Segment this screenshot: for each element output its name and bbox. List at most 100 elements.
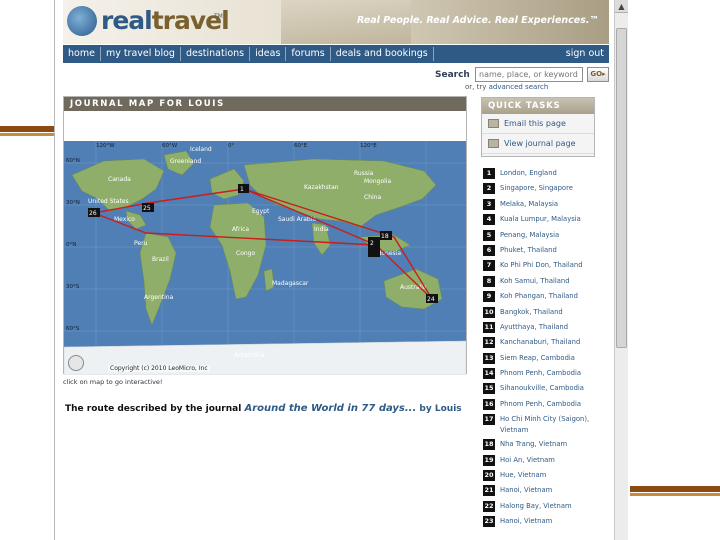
place-label: India bbox=[314, 226, 329, 233]
latitude-label: 60°S bbox=[66, 326, 80, 332]
globe-icon bbox=[67, 6, 97, 36]
journal-stop-list: 1 London, England 2 Singapore, Singapore 3… bbox=[483, 168, 613, 532]
search-input[interactable] bbox=[475, 67, 583, 82]
advanced-search-link[interactable]: advanced search bbox=[489, 83, 549, 91]
advanced-search-hint: or, try advanced search bbox=[465, 83, 549, 91]
map-title: JOURNAL MAP FOR LOUIS bbox=[64, 97, 466, 111]
main-nav: home my travel blog destinations ideas f… bbox=[63, 45, 609, 63]
stop-label: London, England bbox=[500, 169, 557, 177]
logo-wordmark: realtravel bbox=[101, 6, 230, 35]
stop-number: 23 bbox=[483, 516, 495, 528]
stop-label: Phuket, Thailand bbox=[500, 245, 557, 254]
stop-number: 21 bbox=[483, 485, 495, 497]
stop-number: 9 bbox=[483, 291, 495, 303]
stop-number: 19 bbox=[483, 454, 495, 466]
list-item[interactable]: 11 Ayutthaya, Thailand bbox=[483, 321, 613, 337]
site-header: realtravel TM Real People. Real Advice. … bbox=[63, 0, 609, 44]
place-label: Congo bbox=[236, 250, 255, 257]
list-item[interactable]: 14 Phnom Penh, Cambodia bbox=[483, 368, 613, 383]
slide-decoration-bar bbox=[0, 126, 54, 132]
stop-label: Halong Bay, Vietnam bbox=[500, 501, 572, 510]
list-item[interactable]: 17 Ho Chi Minh City (Saigon), Vietnam bbox=[483, 414, 613, 439]
list-item[interactable]: 23 Hanoi, Vietnam bbox=[483, 516, 613, 531]
list-item[interactable]: 10 Bangkok, Thailand bbox=[483, 306, 613, 322]
stop-label: Singapore, Singapore bbox=[500, 184, 573, 193]
place-label: Argentina bbox=[144, 294, 174, 301]
nav-home[interactable]: home bbox=[63, 47, 101, 61]
stop-label: Hue, Vietnam bbox=[500, 471, 547, 480]
stop-label: Koh Phangan, Thailand bbox=[500, 292, 578, 301]
world-map-graphic: 120°W 60°W 0° 60°E 120°E 60°N 30°N 0°N 3… bbox=[64, 141, 466, 375]
stop-number: 8 bbox=[483, 275, 495, 287]
list-item[interactable]: 21 Hanoi, Vietnam bbox=[483, 485, 613, 500]
place-label: Canada bbox=[108, 176, 131, 183]
vertical-scrollbar[interactable]: ▲ bbox=[614, 0, 628, 540]
list-item[interactable]: 18 Nha Trang, Vietnam bbox=[483, 439, 613, 454]
marker-label: 18 bbox=[381, 233, 389, 240]
browser-window: realtravel TM Real People. Real Advice. … bbox=[54, 0, 628, 540]
list-item[interactable]: 7 Ko Phi Phi Don, Thailand bbox=[483, 260, 613, 275]
nav-deals-and-bookings[interactable]: deals and bookings bbox=[331, 47, 434, 61]
nav-ideas[interactable]: ideas bbox=[250, 47, 287, 61]
list-item[interactable]: 4 Kuala Lumpur, Malaysia bbox=[483, 214, 613, 229]
map-compass-icon[interactable] bbox=[68, 355, 84, 371]
list-item[interactable]: 5 Penang, Malaysia bbox=[483, 229, 613, 245]
stop-number: 20 bbox=[483, 470, 495, 482]
search-label: Search bbox=[435, 70, 470, 80]
stop-number: 7 bbox=[483, 260, 495, 272]
list-item[interactable]: 1 London, England bbox=[483, 168, 613, 183]
nav-sign-out[interactable]: sign out bbox=[561, 47, 609, 61]
email-page-link[interactable]: Email this page bbox=[482, 114, 594, 134]
site-logo[interactable]: realtravel TM bbox=[67, 4, 230, 40]
list-item[interactable]: 8 Koh Samui, Thailand bbox=[483, 275, 613, 291]
list-item[interactable]: 3 Melaka, Malaysia bbox=[483, 198, 613, 214]
list-item[interactable]: 9 Koh Phangan, Thailand bbox=[483, 291, 613, 306]
world-map[interactable]: 120°W 60°W 0° 60°E 120°E 60°N 30°N 0°N 3… bbox=[64, 141, 466, 375]
place-label: Peru bbox=[134, 240, 148, 247]
stop-number: 22 bbox=[483, 500, 495, 512]
author-link[interactable]: by Louis bbox=[419, 404, 461, 414]
map-header-space bbox=[64, 111, 466, 141]
map-caption: click on map to go interactive! bbox=[63, 378, 163, 386]
nav-destinations[interactable]: destinations bbox=[181, 47, 251, 61]
latitude-label: 0°N bbox=[66, 242, 76, 248]
stop-label: Hanoi, Vietnam bbox=[500, 517, 553, 526]
stop-number: 12 bbox=[483, 337, 495, 349]
list-item[interactable]: 2 Singapore, Singapore bbox=[483, 183, 613, 198]
list-item[interactable]: 20 Hue, Vietnam bbox=[483, 470, 613, 485]
list-item[interactable]: 15 Sihanoukville, Cambodia bbox=[483, 383, 613, 398]
stop-label: Ko Phi Phi Don, Thailand bbox=[500, 261, 583, 270]
place-label: Iceland bbox=[190, 146, 212, 153]
list-item[interactable]: 6 Phuket, Thailand bbox=[483, 244, 613, 260]
list-item[interactable]: 22 Halong Bay, Vietnam bbox=[483, 500, 613, 516]
stop-label: Siem Reap, Cambodia bbox=[500, 353, 575, 362]
list-item[interactable]: 12 Kanchanaburi, Thailand bbox=[483, 337, 613, 352]
scroll-up-icon[interactable]: ▲ bbox=[615, 0, 628, 13]
latitude-label: 60°N bbox=[66, 158, 80, 164]
stop-number: 14 bbox=[483, 368, 495, 380]
stop-label: Koh Samui, Thailand bbox=[500, 276, 570, 285]
place-label: Mongolia bbox=[364, 178, 391, 185]
search-go-button[interactable]: GO▸ bbox=[587, 67, 609, 82]
stop-number: 5 bbox=[483, 229, 495, 241]
marker-label: 26 bbox=[89, 210, 97, 217]
stop-number: 15 bbox=[483, 383, 495, 395]
list-item[interactable]: 19 Hoi An, Vietnam bbox=[483, 454, 613, 470]
slide-decoration-bar bbox=[630, 493, 720, 496]
stop-label: Kuala Lumpur, Malaysia bbox=[500, 215, 581, 224]
stop-number: 17 bbox=[483, 414, 495, 426]
route-description: The route described by the journal Aroun… bbox=[65, 403, 462, 414]
journal-link[interactable]: Around the World in 77 days... bbox=[244, 403, 416, 414]
scroll-thumb[interactable] bbox=[616, 28, 627, 348]
marker-label: 24 bbox=[427, 296, 435, 303]
nav-forums[interactable]: forums bbox=[286, 47, 331, 61]
list-item[interactable]: 16 Phnom Penh, Cambodia bbox=[483, 398, 613, 414]
stop-number: 4 bbox=[483, 214, 495, 226]
list-item[interactable]: 13 Siem Reap, Cambodia bbox=[483, 352, 613, 368]
stop-label: Penang, Malaysia bbox=[500, 230, 560, 239]
journal-icon bbox=[488, 139, 499, 148]
stop-label: Bangkok, Thailand bbox=[500, 307, 563, 316]
nav-my-travel-blog[interactable]: my travel blog bbox=[101, 47, 181, 61]
place-label: Antarctica bbox=[234, 352, 265, 359]
view-journal-link[interactable]: View journal page bbox=[482, 134, 594, 154]
